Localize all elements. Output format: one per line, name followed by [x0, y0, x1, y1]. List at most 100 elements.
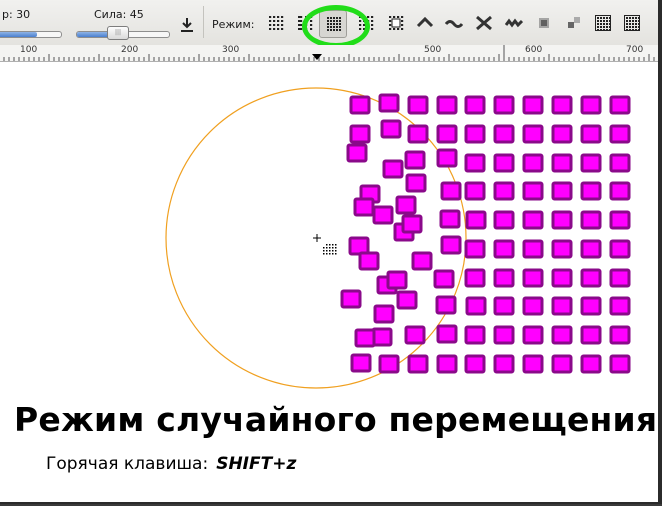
- blur-icon: [568, 17, 580, 28]
- strength-slider-handle[interactable]: |||: [107, 26, 129, 40]
- magenta-square: [464, 268, 486, 288]
- magenta-square: [395, 195, 417, 215]
- magenta-square: [551, 239, 573, 259]
- apply-down-button[interactable]: [176, 14, 198, 36]
- magenta-square: [522, 153, 544, 173]
- magenta-square: [436, 354, 458, 374]
- magenta-square: [464, 325, 486, 345]
- arrow-down-to-line-icon: [181, 18, 193, 32]
- magenta-square: [522, 296, 544, 316]
- magenta-square: [551, 210, 573, 230]
- pinch-icon: [505, 18, 523, 28]
- push-wave-icon: [445, 20, 463, 28]
- hotkey-value: SHIFT+z: [216, 454, 297, 474]
- magenta-square: [551, 296, 573, 316]
- magenta-square: [465, 210, 487, 230]
- magenta-square: [522, 210, 544, 230]
- ruler-ticks: [3, 45, 655, 61]
- magenta-square: [580, 181, 602, 201]
- magenta-square: [551, 124, 573, 144]
- magenta-square: [493, 153, 515, 173]
- size-slider-fill: [0, 32, 37, 37]
- magenta-square: [404, 325, 426, 345]
- magenta-square: [358, 251, 380, 271]
- magenta-square: [465, 296, 487, 316]
- magenta-square: [580, 354, 602, 374]
- magenta-square: [522, 325, 544, 345]
- hotkey-row: Горячая клавиша: SHIFT+z: [46, 454, 296, 474]
- mode-button-11[interactable]: [563, 12, 585, 34]
- magenta-square: [551, 181, 573, 201]
- mode-button-6[interactable]: [414, 12, 436, 34]
- magenta-square: [580, 124, 602, 144]
- magenta-square: [464, 95, 486, 115]
- magenta-square: [436, 124, 458, 144]
- magenta-square: [464, 354, 486, 374]
- magenta-square: [436, 148, 458, 168]
- magenta-square: [371, 327, 393, 347]
- magenta-square: [493, 210, 515, 230]
- magenta-square: [436, 95, 458, 115]
- mode-button-8[interactable]: [473, 12, 495, 34]
- magenta-square: [522, 239, 544, 259]
- magenta-square: [522, 124, 544, 144]
- magenta-square: [349, 124, 371, 144]
- magenta-square: [349, 95, 371, 115]
- magenta-square: [464, 239, 486, 259]
- dots-grow-icon: [389, 16, 404, 30]
- magenta-square: [522, 95, 544, 115]
- magenta-square: [436, 324, 458, 344]
- magenta-square: [404, 150, 426, 170]
- mode-title: Режим случайного перемещения: [14, 400, 658, 439]
- mode-button-9[interactable]: [503, 12, 525, 34]
- mode-button-10[interactable]: [533, 12, 555, 34]
- magenta-square: [493, 325, 515, 345]
- ruler-label: 300: [222, 45, 240, 55]
- magenta-square: [439, 209, 461, 229]
- strength-label: Сила: 45: [94, 8, 144, 21]
- magenta-square: [609, 354, 631, 374]
- magenta-square: [493, 296, 515, 316]
- magenta-square: [407, 124, 429, 144]
- ruler-label: 500: [424, 45, 442, 55]
- blur-dots-icon: [595, 15, 611, 31]
- magenta-square: [551, 268, 573, 288]
- mode-button-13[interactable]: [621, 12, 643, 34]
- size-slider[interactable]: [0, 31, 62, 38]
- mode-button-5[interactable]: [385, 12, 407, 34]
- magenta-square: [493, 124, 515, 144]
- magenta-square: [580, 296, 602, 316]
- magenta-square: [580, 210, 602, 230]
- magenta-square: [407, 95, 429, 115]
- magenta-square: [346, 143, 368, 163]
- magenta-square: [407, 354, 429, 374]
- magenta-square: [401, 214, 423, 234]
- magenta-square: [609, 124, 631, 144]
- magenta-square: [493, 268, 515, 288]
- tweak-cursor-icon: [313, 234, 337, 255]
- magenta-square: [551, 153, 573, 173]
- magenta-square: [493, 239, 515, 259]
- ruler-label: 200: [121, 45, 139, 55]
- wave-icon: [476, 15, 492, 31]
- ruler-label: 600: [525, 45, 543, 55]
- mode-button-12[interactable]: [592, 12, 614, 34]
- magenta-square: [551, 95, 573, 115]
- magenta-square: [435, 295, 457, 315]
- magenta-square: [609, 181, 631, 201]
- magenta-square: [609, 296, 631, 316]
- mode-button-1[interactable]: [265, 12, 287, 34]
- mode-button-7[interactable]: [443, 12, 465, 34]
- magenta-square: [493, 354, 515, 374]
- grid-fill-icon: [624, 15, 640, 31]
- magenta-square: [609, 95, 631, 115]
- magenta-square: [440, 181, 462, 201]
- magenta-square: [340, 289, 362, 309]
- tweak-toolbar: р: 30 Сила: 45 ||| Режим:: [0, 0, 658, 48]
- magenta-square: [350, 353, 372, 373]
- app-window: р: 30 Сила: 45 ||| Режим: 100 200 300 50…: [0, 0, 662, 504]
- magenta-square: [522, 354, 544, 374]
- magenta-square: [522, 268, 544, 288]
- magenta-square: [464, 153, 486, 173]
- dots-grid-icon: [269, 16, 284, 30]
